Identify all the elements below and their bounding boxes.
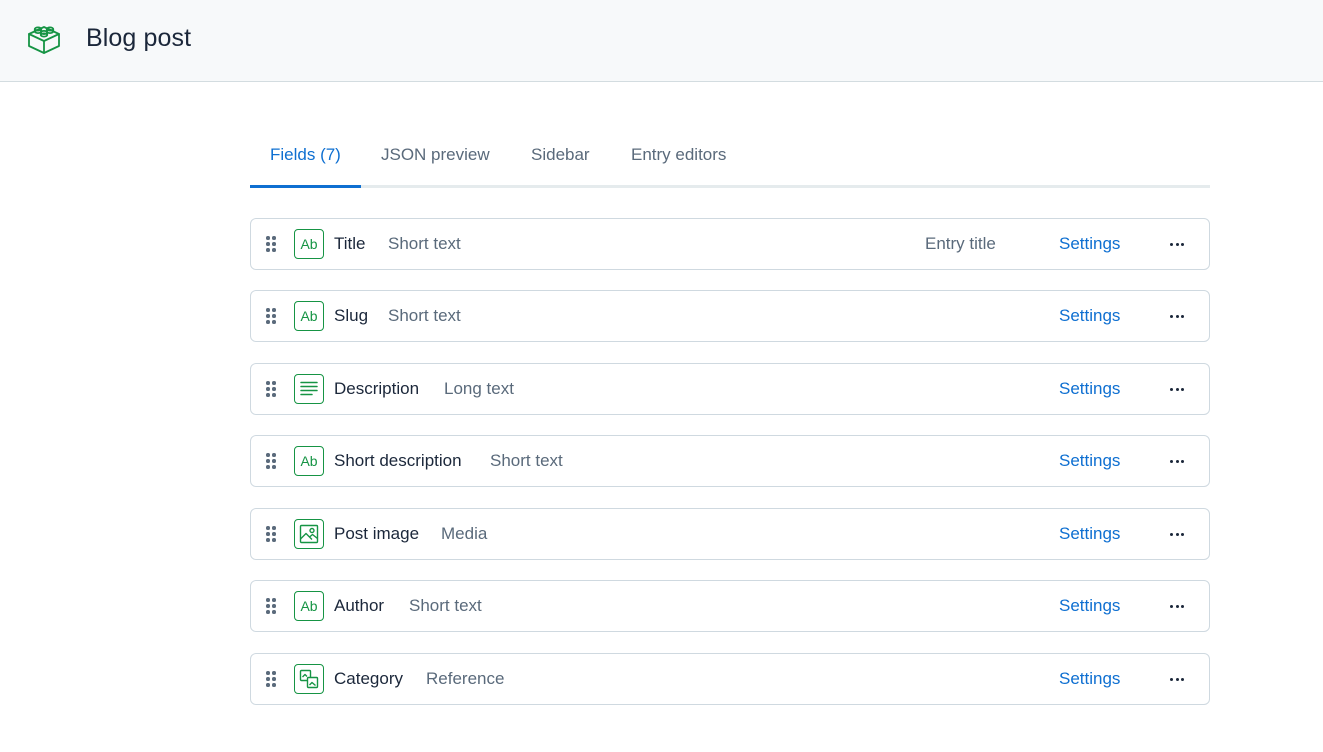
- field-name: Title: [334, 234, 366, 253]
- settings-button[interactable]: Settings: [1059, 669, 1120, 689]
- field-type: Short text: [388, 306, 461, 325]
- field-row-description[interactable]: Description Long text Settings: [250, 363, 1210, 415]
- tab-sidebar[interactable]: Sidebar: [531, 145, 590, 188]
- page-header: Blog post: [0, 0, 1323, 82]
- page-title: Blog post: [86, 24, 192, 52]
- field-type: Short text: [388, 234, 461, 253]
- field-name: Author: [334, 596, 385, 615]
- more-actions-icon[interactable]: [1165, 668, 1189, 690]
- field-type: Short text: [490, 451, 563, 470]
- short-text-icon: Ab: [294, 446, 324, 476]
- field-row-slug[interactable]: Ab Slug Short text Settings: [250, 290, 1210, 342]
- drag-handle-icon[interactable]: [266, 598, 278, 615]
- more-actions-icon[interactable]: [1165, 595, 1189, 617]
- field-type: Long text: [444, 379, 514, 398]
- drag-handle-icon[interactable]: [266, 671, 278, 688]
- tab-list: Fields (7) JSON preview Sidebar Entry ed…: [250, 130, 1210, 188]
- tab-entry-editors[interactable]: Entry editors: [631, 145, 726, 188]
- settings-button[interactable]: Settings: [1059, 306, 1120, 326]
- field-row-short-description[interactable]: Ab Short description Short text Settings: [250, 435, 1210, 487]
- field-name: Short description: [334, 451, 462, 470]
- tab-fields[interactable]: Fields (7): [270, 145, 341, 188]
- field-type: Reference: [426, 669, 505, 688]
- field-name: Post image: [334, 524, 420, 543]
- settings-button[interactable]: Settings: [1059, 451, 1120, 471]
- short-text-icon: Ab: [294, 591, 324, 621]
- field-type: Short text: [409, 596, 482, 615]
- more-actions-icon[interactable]: [1165, 523, 1189, 545]
- media-icon: [294, 519, 324, 549]
- drag-handle-icon[interactable]: [266, 236, 278, 253]
- entry-title-badge: Entry title: [925, 234, 996, 253]
- drag-handle-icon[interactable]: [266, 308, 278, 325]
- short-text-icon: Ab: [294, 301, 324, 331]
- field-row-category[interactable]: Category Reference Settings: [250, 653, 1210, 705]
- field-name: Description: [334, 379, 420, 398]
- field-type: Media: [441, 524, 488, 543]
- drag-handle-icon[interactable]: [266, 381, 278, 398]
- more-actions-icon[interactable]: [1165, 450, 1189, 472]
- long-text-icon: [294, 374, 324, 404]
- settings-button[interactable]: Settings: [1059, 379, 1120, 399]
- content-type-icon: [28, 26, 60, 54]
- more-actions-icon[interactable]: [1165, 233, 1189, 255]
- settings-button[interactable]: Settings: [1059, 596, 1120, 616]
- field-name: Slug: [334, 306, 369, 325]
- field-row-post-image[interactable]: Post image Media Settings: [250, 508, 1210, 560]
- active-tab-indicator: [250, 185, 361, 188]
- reference-icon: [294, 664, 324, 694]
- settings-button[interactable]: Settings: [1059, 234, 1120, 254]
- drag-handle-icon[interactable]: [266, 453, 278, 470]
- short-text-icon: Ab: [294, 229, 324, 259]
- more-actions-icon[interactable]: [1165, 378, 1189, 400]
- field-row-title[interactable]: Ab Title Short text Entry title Settings: [250, 218, 1210, 270]
- tab-json-preview[interactable]: JSON preview: [381, 145, 490, 188]
- more-actions-icon[interactable]: [1165, 305, 1189, 327]
- drag-handle-icon[interactable]: [266, 526, 278, 543]
- field-name: Category: [334, 669, 403, 688]
- field-row-author[interactable]: Ab Author Short text Settings: [250, 580, 1210, 632]
- settings-button[interactable]: Settings: [1059, 524, 1120, 544]
